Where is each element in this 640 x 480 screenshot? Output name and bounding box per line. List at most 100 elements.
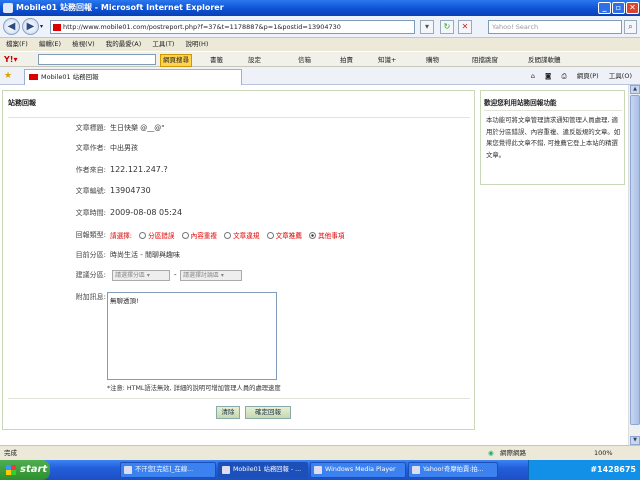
task-item-3[interactable]: Windows Media Player [310,462,406,478]
report-type-options: 請選擇: 分區錯誤 內容重複 文章違規 文章推薦 其他事項 [110,230,344,240]
suggest-forum-select[interactable]: 請選擇討論區 ▾ [180,270,242,281]
field-time-label: 文章時間: [75,209,106,217]
current-category-label: 目前分區: [75,251,106,259]
suggest-category-select-value: 請選擇分區 [115,272,146,279]
yahoo-search-input[interactable]: Yahoo! Search [488,20,622,34]
task-item-4[interactable]: Yahoo!奇摩拍賣:拍... [408,462,498,478]
field-title-label: 文章標題: [75,124,106,132]
yahoo-toolbar-search[interactable] [38,54,156,65]
print-icon[interactable]: ⎙ [561,72,566,80]
menu-edit[interactable]: 編輯(E) [39,40,61,48]
field-title-value: 生日快樂 @__@" [110,124,165,132]
address-input[interactable]: http://www.mobile01.com/postreport.php?f… [50,20,415,34]
tab-tools: ⌂ ◙ ⎙ 網頁(P) 工具(O) [531,70,632,82]
yahoo-logo-icon[interactable]: Y!▾ [4,53,17,67]
maximize-button[interactable]: ▫ [612,2,625,14]
submit-button[interactable]: 確定回報 [245,406,291,419]
report-type-label: 回報類型: [75,231,106,239]
ie-icon [3,3,13,13]
menu-tools[interactable]: 工具(T) [152,40,174,48]
radio-other[interactable] [309,232,317,239]
field-postid: 文章編號: 13904730 [8,186,473,200]
help-divider [484,110,622,111]
back-button[interactable]: ◀ [3,18,20,35]
toolbar-popup-blocker[interactable]: 阻擋跳窗 [472,53,498,67]
toolbar-antispyware[interactable]: 反間諜軟體 [528,53,561,67]
home-icon[interactable]: ⌂ [531,72,535,80]
radio-wrong-category[interactable] [139,232,147,239]
task-icon [124,466,132,474]
stop-icon[interactable]: ✕ [458,20,472,34]
field-title: 文章標題: 生日快樂 @__@" [8,123,473,137]
form-title: 站務回報 [8,99,36,107]
radio-violation-label: 文章違規 [233,232,260,240]
suggest-forum-select-value: 請選擇討論區 [183,272,220,279]
message-label: 附加訊息: [75,293,106,301]
field-postid-label: 文章編號: [75,187,106,195]
scrollbar-thumb[interactable] [630,95,640,425]
form-note: *注意: HTML語法無效, 詳細的說明可增加管理人員的處理速度 [107,385,281,392]
divider [8,117,470,118]
vertical-scrollbar[interactable]: ▲ ▼ [628,85,640,445]
windows-logo-icon [6,465,16,475]
start-button[interactable]: start [0,460,50,480]
web-search-button[interactable]: 網頁搜尋 [160,54,192,67]
forward-button[interactable]: ▶ [22,18,39,35]
history-dropdown-icon[interactable]: ▾ [40,23,43,30]
toolbar-mail[interactable]: 信箱 [298,53,311,67]
suggest-category-row: 建議分區: 請選擇分區 ▾ - 請選擇討論區 ▾ [8,270,473,284]
field-from-label: 作者來自: [75,166,106,174]
field-postid-value: 13904730 [110,186,151,195]
divider-bottom [8,398,470,399]
clear-button[interactable]: 清除 [216,406,240,419]
menu-bar: 檔案(F) 編輯(E) 檢視(V) 我的最愛(A) 工具(T) 說明(H) [0,38,640,51]
scroll-up-icon[interactable]: ▲ [630,85,640,94]
toolbar-settings[interactable]: 設定 [248,53,261,67]
menu-favorites[interactable]: 我的最愛(A) [106,40,142,48]
toolbar-auction[interactable]: 拍賣 [340,53,353,67]
field-from-value: 122.121.247.? [110,165,168,174]
toolbar-shopping[interactable]: 購物 [426,53,439,67]
close-window-button[interactable]: ✕ [626,2,639,14]
minimize-button[interactable]: _ [598,2,611,14]
task-label: Mobile01 站務回報 - ... [233,466,302,473]
task-label: 不汗您[完結]_在線... [135,466,194,473]
field-from: 作者來自: 122.121.247.? [8,165,473,179]
field-author: 文章作者: 中出男孩 [8,143,473,157]
scroll-down-icon[interactable]: ▼ [630,436,640,445]
task-item-1[interactable]: 不汗您[完結]_在線... [120,462,216,478]
report-type-prompt: 請選擇: [110,232,133,240]
page-menu[interactable]: 網頁(P) [577,72,599,80]
toolbar-knowledge[interactable]: 知識+ [378,53,396,67]
window-titlebar: Mobile01 站務回報 - Microsoft Internet Explo… [0,0,640,16]
menu-help[interactable]: 說明(H) [186,40,209,48]
tab-label: Mobile01 站務回報 [41,73,99,81]
status-zoom[interactable]: 100% [594,446,613,460]
radio-duplicate[interactable] [181,232,189,239]
current-category-value: 時尚生活 - 閒聊與趣味 [110,251,180,259]
suggest-category-select[interactable]: 請選擇分區 ▾ [112,270,170,281]
favorites-star-icon[interactable]: ★ [4,71,12,81]
task-label: Windows Media Player [325,466,396,473]
field-time: 文章時間: 2009-08-08 05:24 [8,208,473,222]
task-label: Yahoo!奇摩拍賣:拍... [423,466,484,473]
tab-favicon-icon [29,74,38,80]
toolbar-bookmarks[interactable]: 書籤 [210,53,223,67]
suggest-category-label: 建議分區: [75,271,106,279]
address-dropdown-icon[interactable]: ▾ [420,20,434,34]
task-item-2[interactable]: Mobile01 站務回報 - ... [218,462,308,478]
radio-recommend-label: 文章推薦 [275,232,302,240]
refresh-icon[interactable]: ↻ [440,20,454,34]
radio-other-label: 其他事項 [318,232,345,240]
radio-violation[interactable] [224,232,232,239]
message-textarea[interactable]: 無聊透頂! [107,292,277,380]
radio-recommend[interactable] [266,232,274,239]
feeds-icon[interactable]: ◙ [545,72,551,80]
tab-mobile01-report[interactable]: Mobile01 站務回報 [24,69,242,85]
menu-file[interactable]: 檔案(F) [6,40,28,48]
radio-duplicate-label: 內容重複 [190,232,217,240]
menu-view[interactable]: 檢視(V) [72,40,95,48]
search-go-icon[interactable]: ⌕ [624,20,637,34]
status-text: 完成 [4,449,17,457]
tools-menu[interactable]: 工具(O) [609,72,632,80]
